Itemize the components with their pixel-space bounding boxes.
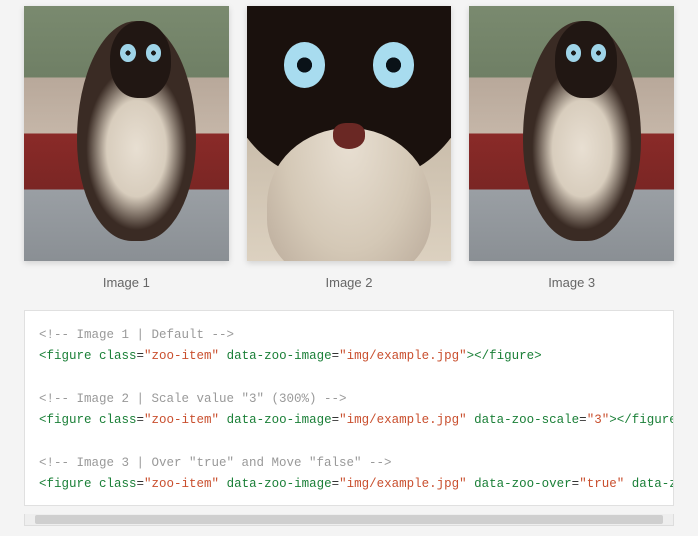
example-image-1[interactable] [24, 6, 229, 261]
code-string: "zoo-item" [144, 349, 219, 363]
code-string: "img/example.jpg" [339, 477, 467, 491]
code-eq: = [332, 413, 340, 427]
code-string: "zoo-item" [144, 477, 219, 491]
gallery-item-3: Image 3 [469, 6, 674, 290]
cat-eyes-icon [120, 44, 161, 62]
code-string: "zoo-item" [144, 413, 219, 427]
code-attr: class [92, 413, 137, 427]
code-attr: data-zoo-image [219, 413, 332, 427]
code-example-block[interactable]: <!-- Image 1 | Default --> <figure class… [24, 310, 674, 506]
code-eq: = [332, 477, 340, 491]
code-eq: = [137, 413, 145, 427]
code-string: "true" [579, 477, 624, 491]
code-attr: data-zoo-scale [467, 413, 580, 427]
scrollbar-thumb[interactable] [35, 515, 663, 524]
gallery-item-1: Image 1 [24, 6, 229, 290]
image-caption-3: Image 3 [548, 275, 595, 290]
code-tag: <figure [39, 413, 92, 427]
image-gallery: Image 1 Image 2 Image 3 [0, 0, 698, 298]
code-tag: <figure [39, 349, 92, 363]
code-comment: <!-- Image 1 | Default --> [39, 328, 234, 342]
code-eq: = [137, 477, 145, 491]
code-eq: = [137, 349, 145, 363]
horizontal-scrollbar[interactable] [24, 514, 674, 526]
cat-mouth-icon [333, 123, 366, 149]
code-eq: = [579, 413, 587, 427]
cat-eyes-icon [566, 44, 607, 62]
code-comment: <!-- Image 3 | Over "true" and Move "fal… [39, 456, 392, 470]
code-string: "3" [587, 413, 610, 427]
code-attr: class [92, 349, 137, 363]
example-image-2[interactable] [247, 6, 452, 261]
code-attr: class [92, 477, 137, 491]
code-tag: <figure [39, 477, 92, 491]
gallery-item-2: Image 2 [247, 6, 452, 290]
image-caption-2: Image 2 [326, 275, 373, 290]
code-string: "img/example.jpg" [339, 349, 467, 363]
code-tag: </figure> [617, 413, 674, 427]
example-image-3[interactable] [469, 6, 674, 261]
code-string: "img/example.jpg" [339, 413, 467, 427]
image-caption-1: Image 1 [103, 275, 150, 290]
code-attr: data-zoo-move [624, 477, 674, 491]
code-attr: data-zoo-image [219, 349, 332, 363]
code-comment: <!-- Image 2 | Scale value "3" (300%) --… [39, 392, 347, 406]
code-attr: data-zoo-image [219, 477, 332, 491]
code-attr: data-zoo-over [467, 477, 572, 491]
code-tag: > [609, 413, 617, 427]
code-eq: = [332, 349, 340, 363]
cat-eyes-icon [284, 42, 415, 88]
code-tag: </figure> [474, 349, 542, 363]
